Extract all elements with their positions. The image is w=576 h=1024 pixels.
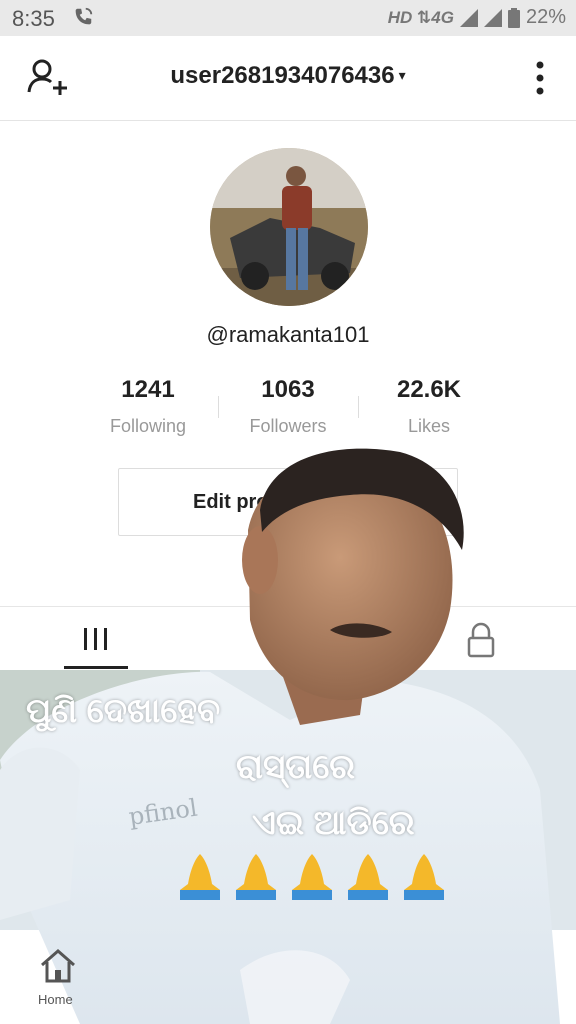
- following-count: 1241: [121, 376, 175, 403]
- profile-handle: @ramakanta101: [206, 322, 370, 347]
- folded-hands-icon: [236, 854, 276, 900]
- caption-line-2: ରାସ୍ତାରେ: [236, 748, 356, 786]
- followers-label: Followers: [249, 416, 327, 436]
- status-bar: 8:35 HD ⇅4G 22%: [0, 0, 576, 36]
- status-indicators: HD ⇅4G 22%: [388, 6, 566, 29]
- avatar[interactable]: [210, 148, 368, 306]
- caption-line-3: ଏଇ ଆଡିରେ: [252, 804, 415, 842]
- caption-line-1: ପୁଣି ଦେଖାହେବ: [26, 692, 221, 730]
- avatar-photo: [210, 148, 368, 306]
- nav-home-label: Home: [38, 992, 73, 1007]
- pray-emoji-row: [176, 850, 448, 902]
- battery-icon: [507, 7, 520, 28]
- likes-count: 22.6K: [396, 376, 462, 403]
- profile-header: user2681934076436 ▾: [0, 36, 576, 121]
- overlay-photo: pfinol: [0, 448, 576, 1024]
- folded-hands-icon: [348, 854, 388, 900]
- stat-likes[interactable]: 22.6K Likes: [349, 376, 509, 437]
- battery-percent: 22%: [525, 6, 566, 28]
- chevron-down-icon: ▾: [398, 67, 406, 83]
- network-type: HD ⇅4G: [387, 7, 454, 27]
- username-text: user2681934076436: [170, 62, 395, 89]
- signal-icon: [459, 8, 478, 27]
- status-time: 8:35: [12, 6, 55, 31]
- followers-count: 1063: [261, 376, 315, 403]
- account-switcher[interactable]: user2681934076436 ▾: [0, 62, 576, 90]
- folded-hands-icon: [404, 854, 444, 900]
- home-icon[interactable]: [38, 948, 78, 984]
- signal-icon: [483, 8, 502, 27]
- stat-following[interactable]: 1241 Following: [68, 376, 228, 437]
- folded-hands-icon: [292, 854, 332, 900]
- more-options-icon[interactable]: [532, 60, 548, 96]
- stat-followers[interactable]: 1063 Followers: [208, 376, 368, 437]
- following-label: Following: [109, 416, 187, 436]
- likes-label: Likes: [407, 416, 451, 436]
- folded-hands-icon: [180, 854, 220, 900]
- wifi-call-icon: [75, 7, 93, 25]
